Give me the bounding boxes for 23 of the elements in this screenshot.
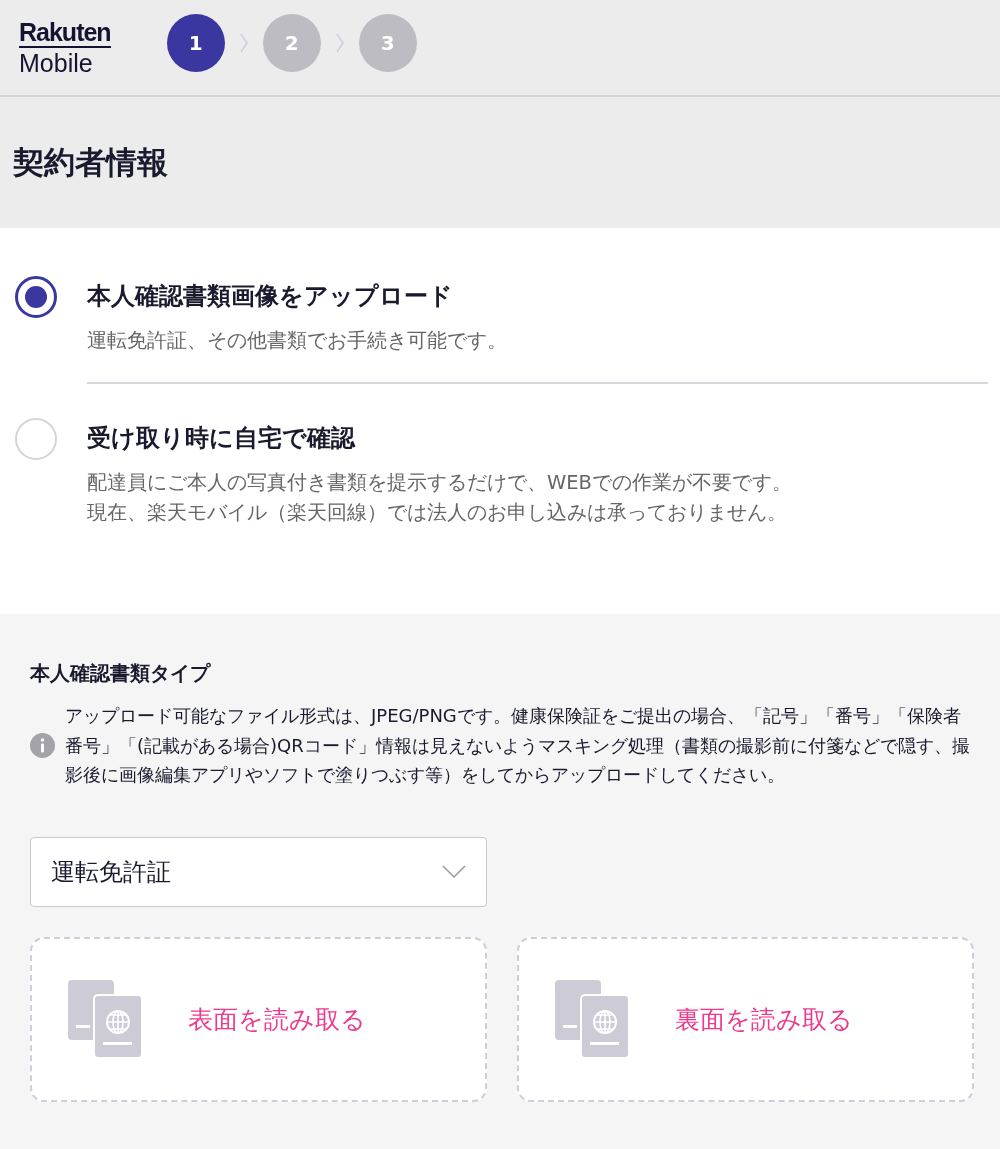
- page-title: 契約者情報: [13, 142, 168, 182]
- logo-text: Mobile: [19, 50, 94, 76]
- step-indicator: 2: [262, 13, 321, 72]
- step-indicator: 3: [358, 13, 417, 72]
- document-type-select[interactable]: 運転免許証: [30, 836, 487, 907]
- section-heading: 本人確認書類タイプ: [30, 660, 212, 687]
- step-indicator: 1: [166, 13, 225, 72]
- chevron-icon: [334, 31, 345, 54]
- notice-text: アップロード可能なファイル形式は、JPEG/PNGです。健康保険証をご提出の場合、「記号」「番号」「保険者番号」「(記載がある場合)QRコード」情報は見えないようマスキング処理（書類の撮影前に付箋などで隠す、撮影後に画像編集アプリやソフトで塗りつぶす等）をしてからアップロードしてください。: [65, 704, 970, 787]
- upload-button[interactable]: 表面を読み取る: [30, 936, 487, 1102]
- chevron-icon: [238, 31, 249, 54]
- info-icon: [30, 732, 55, 758]
- option-description: 現在、楽天モバイル（楽天回線）では法人のお申し込みは承っておりません。: [87, 500, 788, 526]
- radio-button[interactable]: [15, 276, 57, 318]
- chevron-down-icon: [442, 864, 466, 879]
- id-document-icon: [68, 980, 142, 1058]
- option-label: 受け取り時に自宅で確認: [87, 423, 357, 454]
- logo-text: Rakuten: [19, 19, 111, 48]
- upload-button[interactable]: 裏面を読み取る: [517, 936, 974, 1102]
- option-label: 本人確認書類画像をアップロード: [87, 281, 454, 312]
- option-description: 運転免許証、その他書類でお手続き可能です。: [87, 328, 508, 354]
- id-document-icon: [555, 980, 629, 1058]
- option-description: 配達員にご本人の写真付き書類を提示するだけで、WEBでの作業が不要です。: [87, 470, 793, 496]
